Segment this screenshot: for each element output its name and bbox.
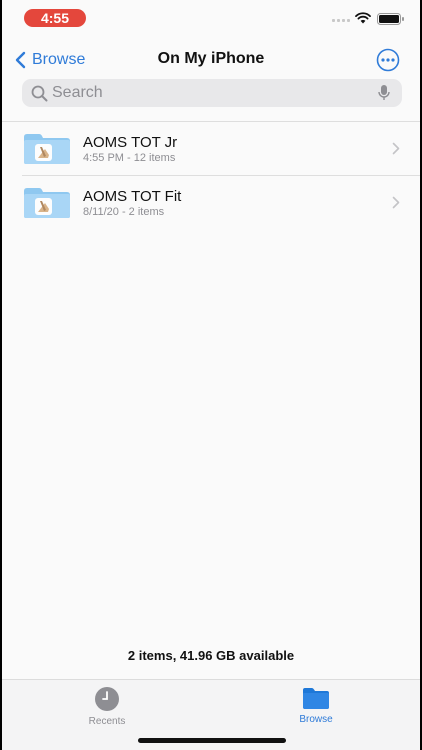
storage-summary: 2 items, 41.96 GB available <box>127 648 295 663</box>
search-input[interactable] <box>52 83 372 103</box>
folder-icon <box>24 188 70 218</box>
tab-recents[interactable]: Recents <box>67 686 147 727</box>
status-bar: 4:55 <box>2 0 420 40</box>
tab-browse[interactable]: Browse <box>276 686 356 725</box>
search-icon <box>31 85 48 102</box>
file-name: AOMS TOT Jr <box>83 134 178 151</box>
folder-icon <box>24 134 70 164</box>
list-item[interactable]: AOMS TOT Jr 4:55 PM - 12 items <box>2 122 420 175</box>
signal-icon <box>332 19 350 22</box>
file-name: AOMS TOT Fit <box>83 188 182 205</box>
microphone-icon[interactable] <box>378 84 390 102</box>
folder-icon <box>303 688 329 709</box>
clock-icon <box>95 687 119 711</box>
page-title: On My iPhone <box>157 50 265 67</box>
tab-browse-label: Browse <box>299 714 333 725</box>
status-time[interactable]: 4:55 <box>24 9 86 27</box>
ellipsis-circle-icon[interactable] <box>376 48 400 72</box>
phone-screen: 4:55 Browse On My iPhone Search AOMS TOT… <box>2 0 420 750</box>
chevron-right-icon <box>392 196 400 209</box>
tab-recents-label: Recents <box>88 716 126 727</box>
wifi-icon <box>355 12 371 24</box>
navigation-bar: Browse On My iPhone <box>2 40 420 80</box>
battery-icon <box>377 13 404 25</box>
list-item[interactable]: AOMS TOT Fit 8/11/20 - 2 items <box>2 176 420 229</box>
file-meta: 8/11/20 - 2 items <box>83 206 165 218</box>
file-list: AOMS TOT Jr 4:55 PM - 12 items AOMS TOT … <box>2 121 420 229</box>
home-indicator[interactable] <box>138 738 286 743</box>
search-bar <box>22 79 402 107</box>
chevron-right-icon <box>392 142 400 155</box>
file-meta: 4:55 PM - 12 items <box>83 152 176 164</box>
